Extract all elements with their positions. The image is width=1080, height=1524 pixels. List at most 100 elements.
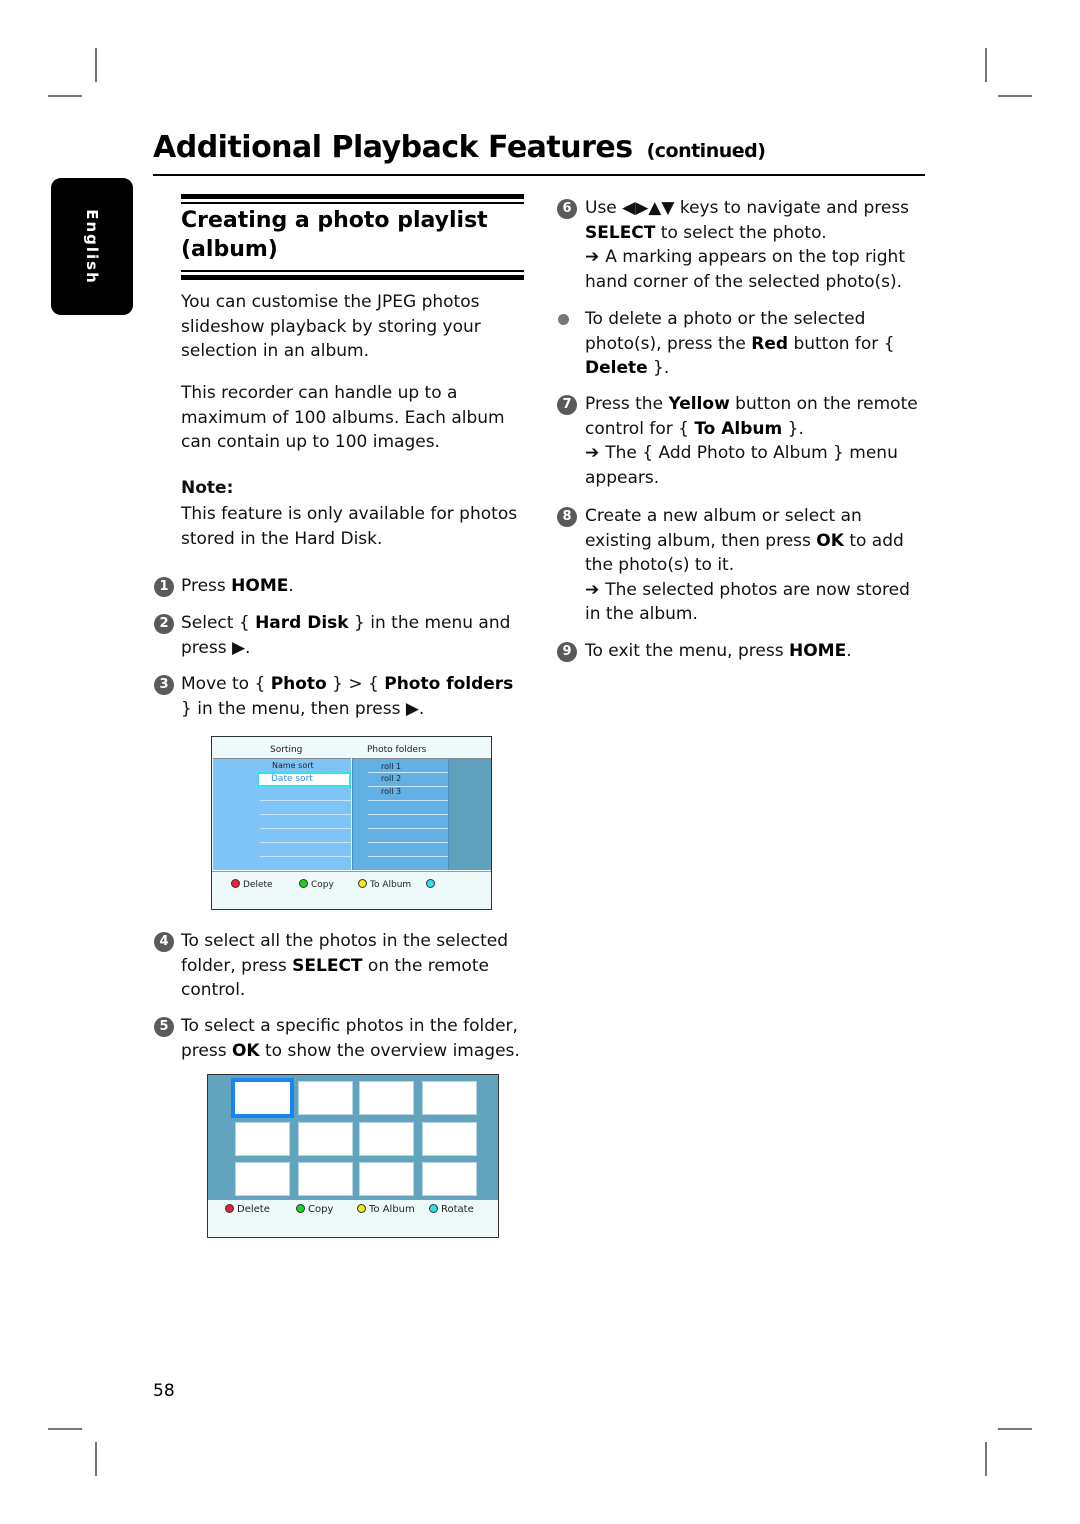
photo-thumbnail[interactable] [298,1162,353,1196]
list-divider [368,814,448,815]
page-title-text: Additional Playback Features [153,130,633,165]
key-copy[interactable]: Copy [296,1204,333,1215]
step-text: To exit the menu, press [585,641,789,661]
key-to-album[interactable]: To Album [357,1204,415,1215]
key-blue[interactable] [426,879,438,890]
step-number-icon: 7 [557,395,577,415]
sort-option-date-selected[interactable]: Date sort [257,772,351,787]
key-copy[interactable]: Copy [299,879,334,890]
step-keyword: SELECT [585,222,656,243]
step-keyword: HOME [788,641,847,661]
step-text: Press the [585,394,669,414]
step-keyword: Photo [270,674,327,694]
step-number-icon: 5 [154,1017,174,1037]
step-number-icon: 4 [154,932,174,952]
yellow-button-icon [358,879,367,888]
step-text: to show the overview images. [259,1040,520,1061]
photo-thumbnail[interactable] [359,1162,414,1196]
bullet-delete: To delete a photo or the selected photo(… [585,307,905,381]
step-result: The { Add Photo to Album } menu appears. [585,443,898,488]
photo-thumbnail[interactable] [422,1122,477,1156]
photo-folders-column-header: Photo folders [367,745,427,755]
list-divider [368,828,448,829]
photo-folders-menu-screenshot: Sorting Photo folders Name sort Date sor… [211,736,492,910]
step-3: Move to { Photo } > { Photo folders } in… [181,672,526,721]
bullet-icon [558,314,569,325]
cyan-button-icon [429,1204,438,1213]
red-button-icon [231,879,240,888]
step-5: To select a specific photos in the folde… [181,1014,526,1063]
sort-option-name[interactable]: Name sort [272,761,314,770]
step-keyword: Delete [585,358,648,378]
key-label: Copy [308,1204,334,1215]
note-text: This feature is only available for photo… [181,504,518,549]
photo-thumbnail[interactable] [298,1081,353,1115]
step-keyword: OK [231,1040,260,1061]
step-keyword: Yellow [668,394,730,414]
step-keyword: Red [751,333,789,354]
step-text: Press [181,576,232,596]
step-number-icon: 2 [154,614,174,634]
photo-thumbnail[interactable] [359,1081,414,1115]
section-rule-bottom-thin [181,270,524,272]
crop-mark [985,48,987,82]
step-number-icon: 1 [154,577,174,597]
title-rule [153,174,925,176]
step-1: Press HOME. [181,574,521,599]
photo-thumbnail-selected[interactable] [231,1078,294,1118]
result-arrow-icon: ➔ [585,247,600,267]
step-result: A marking appears on the top right hand … [585,247,905,292]
section-rule-top-thin [181,202,524,204]
section-rule-top-thick [181,194,524,199]
key-label: To Album [370,880,412,890]
step-2: Select { Hard Disk } in the menu and pre… [181,611,511,660]
key-rotate[interactable]: Rotate [429,1204,474,1215]
step-keyword: OK [816,530,844,551]
list-divider [260,814,351,815]
step-7: Press the Yellow button on the remote co… [585,392,925,490]
step-text: } > { [326,674,385,694]
step-number-icon: 3 [154,675,174,695]
step-text: button for { [788,333,895,354]
crop-mark [48,95,82,97]
step-result: The selected photos are now stored in th… [585,579,910,625]
language-tab: English [51,178,133,315]
list-divider [368,842,448,843]
step-6: Use ◀▶▲▼ keys to navigate and press SELE… [585,196,925,294]
result-arrow-icon: ➔ [585,579,600,600]
folder-item[interactable]: roll 1 [381,762,401,771]
key-label: Rotate [441,1204,474,1215]
crop-mark [998,1428,1032,1430]
photo-thumbnail[interactable] [422,1081,477,1115]
page-title-suffix: (continued) [646,140,766,162]
photo-thumbnail[interactable] [235,1162,290,1196]
crop-mark [998,95,1032,97]
list-divider [368,800,448,801]
folder-item[interactable]: roll 3 [381,787,401,796]
step-text: . [288,576,294,596]
photo-thumbnail[interactable] [422,1162,477,1196]
cyan-button-icon [426,879,435,888]
sorting-column-header: Sorting [270,745,303,755]
color-key-bar: Delete Copy To Album [212,871,491,909]
list-divider [260,800,351,801]
folder-item[interactable]: roll 2 [381,774,401,783]
crop-mark [95,1442,97,1476]
photo-thumbnail[interactable] [359,1122,414,1156]
green-button-icon [296,1204,305,1213]
key-delete[interactable]: Delete [225,1204,270,1215]
step-keyword: To Album [694,418,783,439]
step-text: to select the photo. [655,222,827,243]
key-label: Delete [243,880,273,890]
key-label: Delete [237,1204,270,1215]
photo-thumbnail[interactable] [298,1122,353,1156]
key-to-album[interactable]: To Album [358,879,411,890]
page-title: Additional Playback Features (continued) [153,130,766,165]
step-8: Create a new album or select an existing… [585,504,930,627]
step-text: }. [647,358,670,378]
photo-thumbnail[interactable] [235,1122,290,1156]
crop-mark [95,48,97,82]
key-delete[interactable]: Delete [231,879,273,890]
step-text: . [846,641,852,661]
photo-overview-screenshot: Delete Copy To Album Rotate [207,1074,499,1238]
